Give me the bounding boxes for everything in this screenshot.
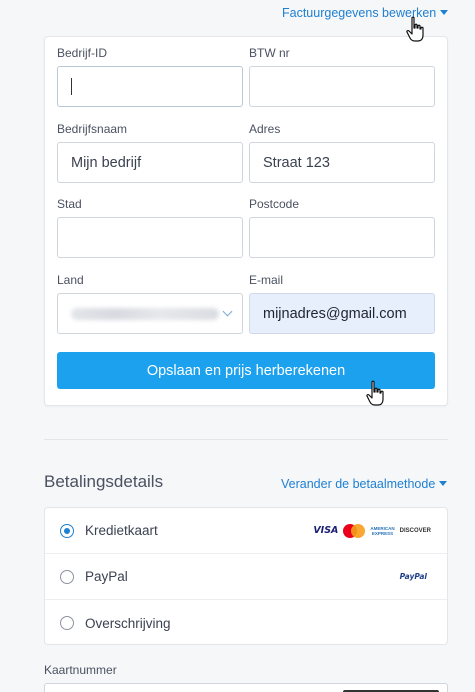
amex-logo: AMERICAN EXPRESS: [370, 526, 394, 536]
postcode-label: Postcode: [249, 197, 300, 211]
company-name-input[interactable]: Mijn bedrijf: [57, 142, 243, 183]
mastercard-logo: [343, 523, 366, 538]
change-payment-label: Verander de betaalmethode: [281, 477, 436, 491]
paypal-logo: PayPal: [399, 572, 427, 581]
country-label: Land: [57, 273, 84, 287]
payment-details-title: Betalingsdetails: [44, 472, 164, 491]
payment-option-paypal[interactable]: PayPal PayPal: [45, 554, 447, 600]
address-label: Adres: [249, 122, 281, 136]
caret-down-icon: [440, 10, 449, 15]
caret-down-icon: [439, 481, 448, 486]
change-payment-method-link[interactable]: Verander de betaalmethode: [281, 477, 448, 491]
company-name-placeholder: Mijn bedrijf: [71, 154, 142, 171]
email-label: E-mail: [249, 273, 284, 287]
company-id-input[interactable]: [57, 66, 243, 107]
radio-creditcard[interactable]: [60, 523, 74, 538]
email-input[interactable]: mijnadres@gmail.com: [249, 293, 435, 334]
country-value-blurred: [71, 307, 219, 320]
city-label: Stad: [57, 197, 82, 211]
amex-line2: EXPRESS: [371, 530, 394, 536]
card-number-input[interactable]: [44, 683, 448, 692]
section-divider: [44, 439, 448, 440]
payment-methods-card: Kredietkaart VISA AMERICAN EXPRESS DISCOV…: [44, 507, 448, 645]
radio-paypal[interactable]: [60, 569, 74, 584]
payment-option-creditcard[interactable]: Kredietkaart VISA AMERICAN EXPRESS DISCOV…: [45, 508, 447, 554]
save-button-label: Opslaan en prijs herberekenen: [146, 362, 346, 379]
payment-option-transfer[interactable]: Overschrijving: [45, 600, 447, 646]
radio-transfer[interactable]: [60, 616, 74, 630]
vat-label: BTW nr: [249, 46, 290, 60]
city-input[interactable]: [57, 217, 243, 258]
paypal-label: PayPal: [85, 569, 128, 584]
edit-billing-link[interactable]: Factuurgegevens bewerken: [282, 6, 449, 20]
transfer-label: Overschrijving: [85, 615, 171, 631]
postcode-input[interactable]: [249, 217, 435, 258]
address-input[interactable]: Straat 123: [249, 142, 435, 183]
visa-logo: VISA: [313, 525, 339, 536]
country-select[interactable]: [57, 293, 243, 334]
text-cursor: [71, 78, 72, 95]
vat-input[interactable]: [249, 66, 435, 107]
company-id-label: Bedrijf-ID: [57, 46, 108, 60]
card-logos: VISA AMERICAN EXPRESS DISCOVER: [313, 523, 431, 538]
discover-logo: DISCOVER: [399, 527, 431, 534]
address-placeholder: Straat 123: [263, 154, 330, 171]
card-number-label: Kaartnummer: [44, 663, 117, 677]
creditcard-label: Kredietkaart: [85, 523, 158, 538]
email-value: mijnadres@gmail.com: [263, 305, 407, 322]
edit-billing-label: Factuurgegevens bewerken: [282, 6, 437, 20]
chevron-down-icon: [222, 306, 233, 317]
company-name-label: Bedrijfsnaam: [57, 122, 128, 136]
save-recalculate-button[interactable]: Opslaan en prijs herberekenen: [57, 352, 435, 389]
